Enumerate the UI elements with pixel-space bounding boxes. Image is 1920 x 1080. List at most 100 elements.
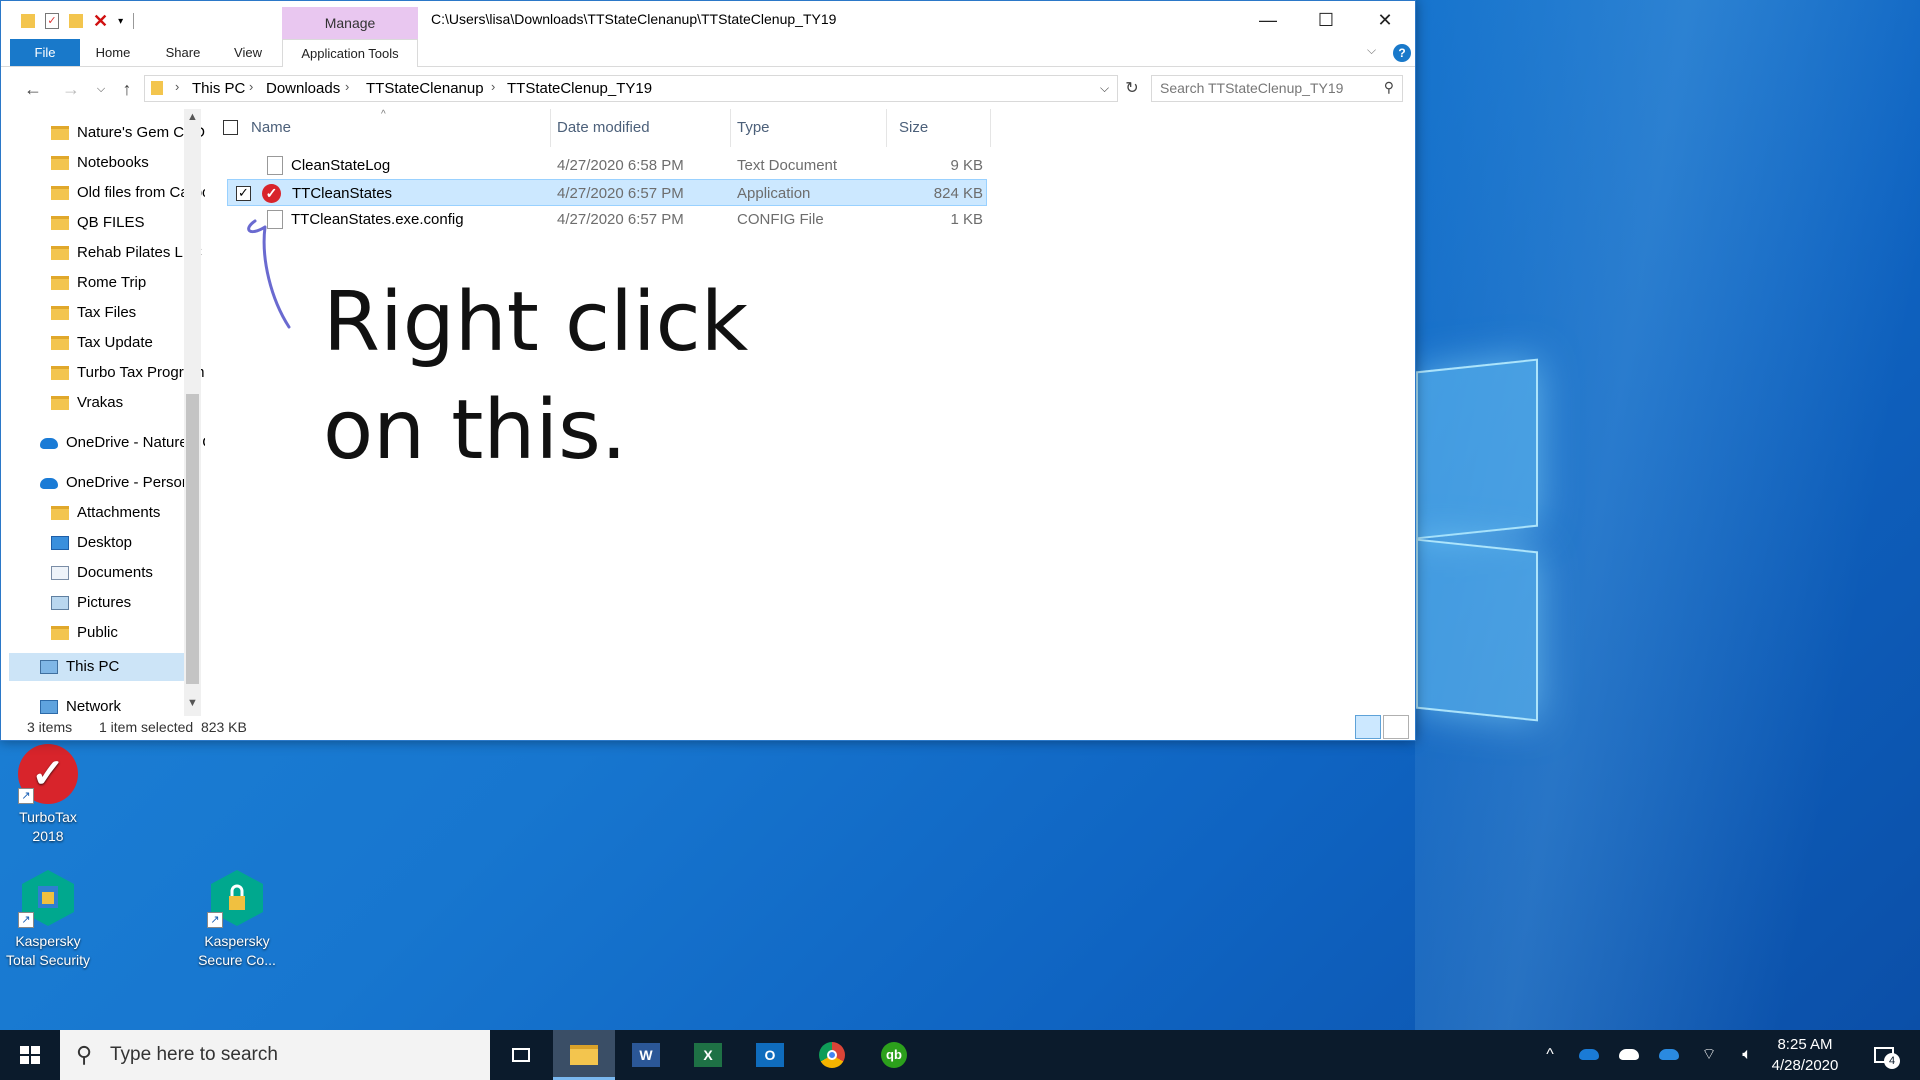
search-input[interactable]: Search TTStateClenup_TY19 ⚲ [1151,75,1403,102]
nav-item-desktop[interactable]: Desktop [51,529,205,557]
new-folder-icon[interactable] [69,14,83,28]
nav-item-rehab-pilates[interactable]: Rehab Pilates LLC [51,239,205,267]
desktop-icon-turbotax[interactable]: ✓ ↗ TurboTax 2018 [0,744,103,846]
tab-view[interactable]: View [225,39,271,66]
tab-application-tools[interactable]: Application Tools [282,39,418,67]
column-header-type[interactable]: Type [737,109,887,147]
nav-item-this-pc[interactable]: This PC [9,653,184,681]
scroll-down-icon[interactable]: ▼ [187,697,198,709]
task-view-icon[interactable] [490,1030,552,1080]
excel-icon[interactable]: X [677,1030,739,1080]
outlook-icon[interactable]: O [739,1030,801,1080]
forward-icon[interactable]: → [59,77,83,101]
file-date: 4/27/2020 6:58 PM [557,157,684,174]
wifi-icon[interactable]: ⌔ [1694,1030,1724,1080]
recent-locations-icon[interactable]: ⌵ [89,77,113,101]
file-name: CleanStateLog [291,157,391,174]
nav-item-natures-gem-cbd[interactable]: Nature's Gem CBD [51,119,205,147]
maximize-button[interactable]: ☐ [1297,1,1355,39]
column-header-size[interactable]: Size [887,109,991,147]
folder-icon [21,14,35,28]
expand-ribbon-icon[interactable]: ⌵ [1367,43,1376,58]
close-button[interactable]: ✕ [1356,1,1414,39]
file-size: 1 KB [950,211,983,228]
chrome-icon[interactable] [801,1030,863,1080]
refresh-icon[interactable]: ↻ [1120,77,1144,101]
back-icon[interactable]: ← [21,77,45,101]
column-header-date-modified[interactable]: Date modified [557,109,731,147]
file-row[interactable]: CleanStateLog 4/27/2020 6:58 PM Text Doc… [227,152,987,179]
tab-file[interactable]: File [10,39,80,66]
nav-item-rome-trip[interactable]: Rome Trip [51,269,205,297]
volume-icon[interactable]: 🔈︎ [1732,1030,1762,1080]
nav-item-onedrive-personal[interactable]: OneDrive - Personal [40,469,205,497]
clock-time: 8:25 AM [1777,1036,1833,1053]
up-icon[interactable]: ↑ [115,77,139,101]
taskbar-clock[interactable]: 8:25 AM 4/28/2020 [1760,1034,1850,1076]
file-row[interactable]: TTCleanStates.exe.config 4/27/2020 6:57 … [227,206,987,233]
nav-item-documents[interactable]: Documents [51,559,205,587]
tab-share[interactable]: Share [155,39,211,66]
properties-icon[interactable]: ✓ [45,13,59,29]
minimize-button[interactable]: — [1239,1,1297,39]
windows-start-icon [20,1046,40,1064]
navigation-bar: ← → ⌵ ↑ › This PC › Downloads › TTStateC… [1,73,1415,105]
breadcrumb-ttstateclenanup[interactable]: TTStateClenanup [366,80,484,97]
folder-icon [151,81,163,95]
title-bar: ✓ ✕ ▾ Manage C:\Users\lisa\Downloads\TTS… [1,1,1415,39]
tab-home[interactable]: Home [87,39,139,66]
nav-item-old-files[interactable]: Old files from Carbonite [51,179,205,207]
delete-icon[interactable]: ✕ [93,11,108,32]
column-header-name[interactable]: Name [251,109,551,147]
nav-item-public[interactable]: Public [51,619,205,647]
word-icon[interactable]: W [615,1030,677,1080]
scroll-up-icon[interactable]: ▲ [187,111,198,123]
chevron-right-icon[interactable]: › [491,79,495,94]
file-explorer-taskbar-icon[interactable] [553,1030,615,1080]
search-icon: ⚲ [1383,79,1394,95]
nav-item-pictures[interactable]: Pictures [51,589,205,617]
nav-item-tax-update[interactable]: Tax Update [51,329,205,357]
customize-toolbar-icon[interactable]: ▾ [118,16,123,27]
nav-item-vrakas[interactable]: Vrakas [51,389,205,417]
manage-context-tab[interactable]: Manage [282,7,418,39]
desktop-icon-kaspersky-total[interactable]: ↗ Kaspersky Total Security [0,868,103,970]
nav-item-notebooks[interactable]: Notebooks [51,149,205,177]
nav-scrollbar[interactable]: ▲ ▼ [184,109,201,716]
show-hidden-icons[interactable]: ^ [1536,1030,1564,1080]
breadcrumb-this-pc[interactable]: This PC [192,80,245,97]
desktop-icon-label: Kaspersky [15,933,81,949]
onedrive-icon [40,437,58,449]
chevron-right-icon[interactable]: › [249,79,253,94]
nav-item-network[interactable]: Network [40,693,205,716]
address-bar[interactable]: › This PC › Downloads › TTStateClenanup … [144,75,1118,102]
nav-item-onedrive-natures-gem[interactable]: OneDrive - Nature's Gem [40,429,205,457]
help-icon[interactable]: ? [1393,44,1411,62]
nav-item-tax-files[interactable]: Tax Files [51,299,205,327]
text-file-icon [267,156,283,175]
onedrive-business-tray-icon[interactable] [1654,1030,1684,1080]
quickbooks-icon[interactable]: qb [863,1030,925,1080]
taskbar-search-input[interactable]: ⚲ Type here to search [60,1030,490,1080]
onedrive-tray-icon[interactable] [1574,1030,1604,1080]
desktop-icon-kaspersky-secure[interactable]: ↗ Kaspersky Secure Co... [182,868,292,970]
select-all-checkbox[interactable] [223,120,238,135]
nav-item-attachments[interactable]: Attachments [51,499,205,527]
file-row[interactable]: ✓ ✓ TTCleanStates 4/27/2020 6:57 PM Appl… [227,179,987,206]
address-dropdown-icon[interactable]: ⌵ [1100,81,1109,96]
nav-item-turbo-tax-programs[interactable]: Turbo Tax Programs [51,359,205,387]
breadcrumb-downloads[interactable]: Downloads [266,80,340,97]
scroll-thumb[interactable] [186,394,199,684]
large-icons-view-icon[interactable] [1383,715,1409,739]
nav-item-qb-files[interactable]: QB FILES [51,209,205,237]
start-button[interactable] [0,1030,60,1080]
nav-label: Notebooks [77,154,149,171]
chevron-right-icon[interactable]: › [175,79,179,94]
sort-ascending-icon: ^ [381,109,386,120]
details-view-icon[interactable] [1355,715,1381,739]
onedrive-personal-tray-icon[interactable] [1614,1030,1644,1080]
chevron-right-icon[interactable]: › [345,79,349,94]
notifications-icon[interactable]: 4 [1864,1030,1904,1080]
folder-icon [51,276,69,291]
breadcrumb-ttstateclenup-ty19[interactable]: TTStateClenup_TY19 [507,80,652,97]
